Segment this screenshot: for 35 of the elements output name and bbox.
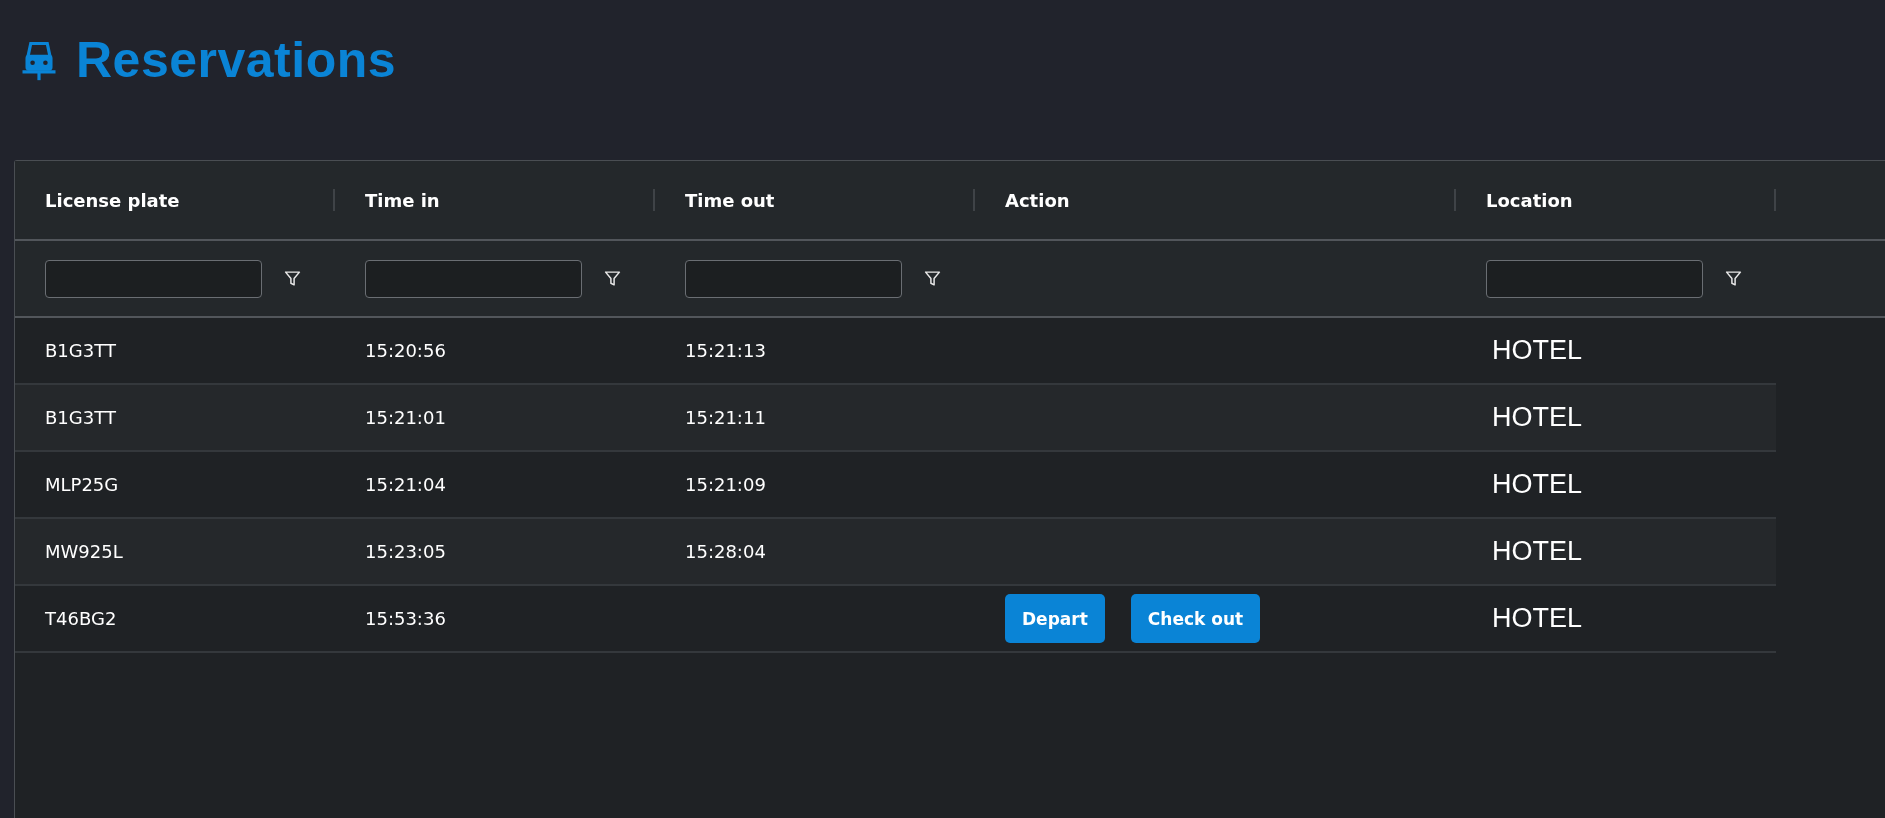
table-cell: 15:20:56 [365,340,446,361]
table-cell: MLP25G [45,474,119,495]
table-cell: 15:23:05 [365,541,446,562]
depart-button[interactable]: Depart [1005,594,1105,643]
table-cell: 15:21:13 [685,340,766,361]
filter-field[interactable] [365,259,582,298]
filter-icon[interactable] [1725,270,1742,287]
check-out-button[interactable]: Check out [1130,594,1261,643]
column-header[interactable]: Location [1486,189,1573,211]
table-cell: 15:21:01 [365,407,446,428]
table-cell-text: HOTEL [1491,536,1583,567]
table-cell: 15:28:04 [685,541,766,562]
column-header[interactable]: License plate [45,189,180,211]
column-header[interactable]: Time out [685,189,775,211]
table-cell: 15:21:09 [685,474,766,495]
table-cell: 15:21:11 [685,407,766,428]
table-cell-text: HOTEL [1491,469,1583,500]
table-cell: 15:53:36 [365,608,446,629]
filter-icon[interactable] [924,270,941,287]
table-cell-text: HOTEL [1491,402,1583,433]
table-cell: MW925L [45,541,123,562]
page-title: Reservations [76,31,397,89]
filter-field[interactable] [685,259,902,298]
column-header[interactable]: Action [1005,189,1070,211]
table-cell: 15:21:04 [365,474,446,495]
table-cell: B1G3TT [45,407,116,428]
table-cell: B1G3TT [45,340,116,361]
filter-field[interactable] [45,259,262,298]
table-cell: T46BG2 [45,608,117,629]
table-cell-text: HOTEL [1491,603,1583,634]
filter-icon[interactable] [284,270,301,287]
table-cell-text: HOTEL [1491,335,1583,366]
column-header[interactable]: Time in [365,189,440,211]
filter-field[interactable] [1486,259,1703,298]
filter-icon[interactable] [604,270,621,287]
